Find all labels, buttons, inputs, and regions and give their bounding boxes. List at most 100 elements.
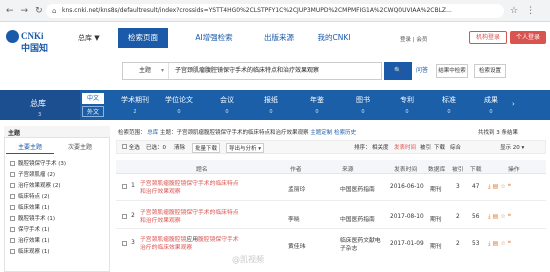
category-newspaper[interactable]: 报纸 0 <box>250 95 292 115</box>
category-standard[interactable]: 标准 0 <box>428 95 470 115</box>
sort-date[interactable]: 发表时间 <box>394 143 416 151</box>
search-input[interactable]: 子宫颈肌瘤腹腔镜保守手术的临床特点和治疗效果观察 <box>175 63 319 79</box>
crumb-scope[interactable]: 总库 <box>147 130 158 136</box>
login-member-links[interactable]: 登录 | 会员 <box>400 35 427 43</box>
category-yearbook[interactable]: 年鉴 0 <box>296 95 338 115</box>
quote-icon[interactable]: ❝ <box>508 213 513 220</box>
checkbox[interactable] <box>10 194 15 199</box>
filter-item[interactable]: 临床观察 (1) <box>10 247 50 255</box>
col-cited[interactable]: 被引 <box>452 164 464 173</box>
result-cited[interactable]: 2 <box>456 241 460 247</box>
tab-ai-search[interactable]: AI增强检索 <box>184 28 244 48</box>
checkbox[interactable] <box>10 216 15 221</box>
result-title-link[interactable]: 子宫颈肌瘤腹腔镜应用腹腔镜保守手术治疗的临床效果观察 <box>140 236 244 252</box>
checkbox[interactable] <box>10 172 15 177</box>
result-cited[interactable]: 2 <box>456 214 460 220</box>
checkbox[interactable] <box>10 205 15 210</box>
favorite-icon[interactable]: ☆ <box>500 240 507 247</box>
filter-item[interactable]: 腹腔镜手术 (1) <box>10 214 55 222</box>
search-settings-button[interactable]: 检索设置 <box>474 64 506 78</box>
lang-chinese-toggle[interactable]: 中文 <box>82 93 104 104</box>
category-book[interactable]: 图书 0 <box>342 95 384 115</box>
checkbox[interactable] <box>10 183 15 188</box>
col-author[interactable]: 作者 <box>290 164 302 173</box>
sort-composite[interactable]: 综合 <box>450 143 461 151</box>
row-actions: ⤓▤☆❝ <box>488 240 513 248</box>
checkbox[interactable] <box>10 238 15 243</box>
category-conference[interactable]: 会议 0 <box>206 95 248 115</box>
favorite-icon[interactable]: ☆ <box>500 213 507 220</box>
result-source[interactable]: 临床医药文献电子杂志 <box>340 237 386 253</box>
category-count: 0 <box>405 109 409 115</box>
quote-icon[interactable]: ❝ <box>508 240 513 247</box>
search-in-results-button[interactable]: 结果中检索 <box>436 64 468 78</box>
chevron-right-icon[interactable]: › <box>512 100 515 108</box>
category-achievement[interactable]: 成果 0 <box>470 95 512 115</box>
filter-item[interactable]: 保守手术 (1) <box>10 225 50 233</box>
url-text: kns.cnki.net/kns8s/defaultresult/index?c… <box>62 7 452 14</box>
row-checkbox[interactable] <box>122 241 127 248</box>
export-analysis-button[interactable]: 导出与分析 ▾ <box>226 143 265 153</box>
filter-item[interactable]: 临床效果 (1) <box>10 203 50 211</box>
result-author[interactable]: 李晓 <box>288 214 300 223</box>
star-icon[interactable]: ☆ <box>510 5 518 17</box>
lang-foreign-toggle[interactable]: 外文 <box>82 106 104 117</box>
row-checkbox[interactable] <box>122 214 127 221</box>
category-patent[interactable]: 专利 0 <box>386 95 428 115</box>
col-source[interactable]: 来源 <box>342 164 354 173</box>
row-checkbox[interactable] <box>122 184 127 191</box>
category-count: 0 <box>447 109 451 115</box>
org-login-button[interactable]: 机构登录 <box>469 31 507 44</box>
tab-primary-topic[interactable]: 主要主题 <box>6 142 54 154</box>
page-size-select[interactable]: 显示 20 ▾ <box>500 143 524 151</box>
category-label: 标准 <box>442 96 456 104</box>
filter-item[interactable]: 治疗效果观察 (2) <box>10 181 61 189</box>
menu-icon[interactable]: ⋮ <box>526 5 535 17</box>
database-selector[interactable]: 总库 ▼ <box>78 33 100 43</box>
select-all[interactable]: 全选 <box>122 143 140 151</box>
result-author[interactable]: 黄佳玮 <box>288 241 305 250</box>
sort-downloads[interactable]: 下载 <box>434 143 445 151</box>
category-journal[interactable]: 学术期刊 2 <box>114 95 156 115</box>
sort-relevance[interactable]: 相关度 <box>372 143 389 151</box>
back-icon[interactable]: ← <box>6 5 14 17</box>
cnki-logo[interactable]: CNKi中国知网 <box>6 29 50 66</box>
tab-my-cnki[interactable]: 我的CNKI <box>308 28 360 48</box>
col-date[interactable]: 发表时间 <box>394 164 417 173</box>
address-bar[interactable]: ⌂ kns.cnki.net/kns8s/defaultresult/index… <box>46 4 504 18</box>
checkbox[interactable] <box>10 249 15 254</box>
favorite-icon[interactable]: ☆ <box>500 183 507 190</box>
filter-item[interactable]: 子宫颈肌瘤 (2) <box>10 170 55 178</box>
filter-item[interactable]: 腹腔镜保守手术 (3) <box>10 159 66 167</box>
checkbox[interactable] <box>10 227 15 232</box>
tab-search[interactable]: 检索页面 <box>118 28 168 48</box>
reload-icon[interactable]: ↻ <box>35 5 43 17</box>
checkbox[interactable] <box>10 161 15 166</box>
result-title-link[interactable]: 子宫颈肌瘤腹腔镜保守手术的临床特点和治疗效果观察 <box>140 180 244 196</box>
checkbox[interactable] <box>122 144 127 149</box>
filter-item[interactable]: 治疗效果 (1) <box>10 236 50 244</box>
tab-secondary-topic[interactable]: 次要主题 <box>56 142 104 154</box>
result-source[interactable]: 中国医药指南 <box>340 184 375 193</box>
result-source[interactable]: 中国医药指南 <box>340 214 375 223</box>
personal-login-button[interactable]: 个人登录 <box>510 31 546 44</box>
result-downloads: 53 <box>472 241 480 247</box>
filter-item[interactable]: 临床特点 (2) <box>10 192 50 200</box>
result-author[interactable]: 孟丽玲 <box>288 184 305 193</box>
topic-customize-link[interactable]: 主题定制 <box>310 130 332 136</box>
col-database[interactable]: 数据库 <box>428 164 445 173</box>
clear-button[interactable]: 清除 <box>174 143 185 151</box>
col-downloads[interactable]: 下载 <box>470 164 482 173</box>
tab-publication-source[interactable]: 出版来源 <box>250 28 308 48</box>
result-cited[interactable]: 3 <box>456 184 460 190</box>
batch-download-button[interactable]: 批量下载 <box>192 143 221 153</box>
result-title-link[interactable]: 子宫颈肌瘤腹腔镜保守手术的临床特点和治疗效果观察 <box>140 209 244 225</box>
ask-button[interactable]: 问答 <box>416 64 428 78</box>
col-title[interactable]: 题名 <box>196 164 208 173</box>
search-button[interactable]: 🔍 <box>384 62 412 80</box>
search-history-link[interactable]: 检索历史 <box>334 130 356 136</box>
quote-icon[interactable]: ❝ <box>508 183 513 190</box>
category-thesis[interactable]: 学位论文 0 <box>158 95 200 115</box>
sort-cited[interactable]: 被引 <box>420 143 431 151</box>
forward-icon[interactable]: → <box>21 5 29 17</box>
